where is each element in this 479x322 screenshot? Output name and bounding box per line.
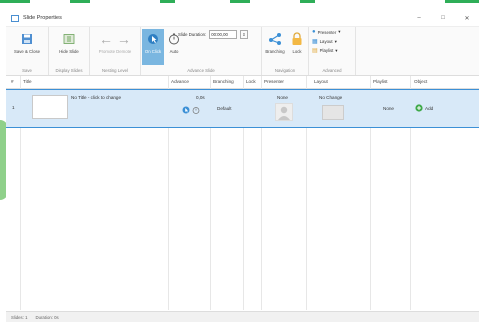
window-title: Slide Properties	[23, 15, 62, 21]
save-group-label: Save	[22, 68, 32, 73]
layout-icon: ▦	[312, 39, 318, 45]
presenter-avatar[interactable]	[275, 103, 293, 121]
col-header-lock[interactable]: Lock	[246, 79, 256, 84]
floppy-disk-icon	[8, 29, 46, 49]
hide-slide-icon	[51, 29, 87, 49]
duration-spinner-icon[interactable]: ⇕	[240, 30, 248, 39]
add-object-button[interactable]: Add	[415, 104, 433, 112]
promote-demote-button[interactable]: ← → Promote Demote	[92, 29, 138, 54]
status-bar: Slides: 1 Duration: 0s	[6, 311, 479, 322]
window-icon	[11, 14, 19, 22]
stopwatch-small-icon[interactable]	[192, 106, 200, 115]
chevron-down-icon: ▾	[335, 47, 338, 53]
col-header-playlist[interactable]: Playlist	[373, 79, 388, 84]
playlist-icon: ▤	[312, 48, 318, 54]
col-header-number[interactable]: #	[11, 79, 14, 84]
slide-duration-input[interactable]: 00:00,00	[209, 30, 238, 39]
total-duration: Duration: 0s	[35, 314, 59, 320]
col-header-advance[interactable]: Advance	[171, 79, 189, 84]
navigation-label: Navigation	[274, 68, 296, 73]
layout-value[interactable]: No Change	[319, 95, 342, 100]
chevron-down-icon: ▾	[338, 29, 341, 34]
save-group: Save & Close Save	[6, 27, 49, 75]
col-header-branching[interactable]: Branching	[213, 79, 234, 84]
playlist-dropdown[interactable]: ▤ Playlist ▾	[312, 47, 338, 55]
layout-dropdown[interactable]: ▦ Layout ▾	[312, 38, 337, 46]
minimize-button[interactable]: –	[407, 15, 431, 22]
branching-value[interactable]: Default	[217, 106, 232, 111]
navigation-group: Branching Lock Navigation	[262, 27, 309, 75]
slide-thumbnail[interactable]	[32, 95, 68, 119]
advance-value: 0,0s	[196, 95, 205, 100]
save-close-button[interactable]: Save & Close	[8, 29, 46, 54]
maximize-button[interactable]: □	[431, 15, 455, 22]
playlist-value[interactable]: None	[383, 106, 394, 111]
col-header-presenter[interactable]: Presenter	[264, 79, 284, 84]
col-header-title[interactable]: Title	[23, 79, 32, 84]
col-header-object[interactable]: Object	[414, 79, 427, 84]
presenter-icon: ●	[312, 29, 316, 35]
nesting-level-label: Nesting Level	[101, 68, 129, 73]
slide-properties-window: Slide Properties – □ ✕ Save & Close Save	[6, 10, 479, 322]
presenter-value[interactable]: None	[277, 95, 288, 100]
on-click-button[interactable]: On Click	[142, 29, 164, 65]
slide-title[interactable]: No Title - click to change	[71, 95, 121, 100]
layout-thumbnail[interactable]	[322, 105, 344, 120]
hide-slide-button[interactable]: Hide Slide	[51, 29, 87, 54]
close-button[interactable]: ✕	[455, 15, 479, 22]
advanced-label: Advanced	[322, 68, 342, 73]
add-icon	[415, 104, 423, 112]
branching-icon	[263, 29, 287, 49]
arrows-left-right-icon: ← →	[99, 31, 131, 47]
on-click-small-icon[interactable]	[182, 106, 190, 115]
chevron-down-icon: ▾	[334, 38, 337, 44]
branching-button[interactable]: Branching	[263, 29, 287, 54]
presenter-dropdown[interactable]: ● Presenter ▾	[312, 29, 340, 35]
background-strip	[0, 0, 479, 3]
mouse-click-icon	[142, 29, 164, 49]
display-slides-group: Hide Slide Display Slides	[49, 27, 90, 75]
advance-slide-label: Advance Slide	[187, 68, 215, 73]
lock-icon	[288, 29, 306, 49]
row-number: 1	[12, 105, 15, 110]
nesting-level-group: ← → Promote Demote Nesting Level	[90, 27, 141, 75]
col-header-layout[interactable]: Layout	[314, 79, 328, 84]
add-object-label: Add	[425, 105, 434, 111]
slide-duration-label: Slide Duration:	[178, 32, 207, 37]
title-bar: Slide Properties – □ ✕	[6, 10, 479, 27]
table-row[interactable]: 1 No Title - click to change 0,0s Defaul…	[6, 89, 479, 128]
slides-count: Slides: 1	[11, 314, 28, 320]
slide-duration-row: Slide Duration: 00:00,00 ⇕	[178, 30, 248, 39]
lock-button[interactable]: Lock	[288, 29, 306, 54]
display-slides-label: Display Slides	[55, 68, 83, 73]
ribbon-toolbar: Save & Close Save Hide Slide Display Sli…	[6, 27, 479, 76]
